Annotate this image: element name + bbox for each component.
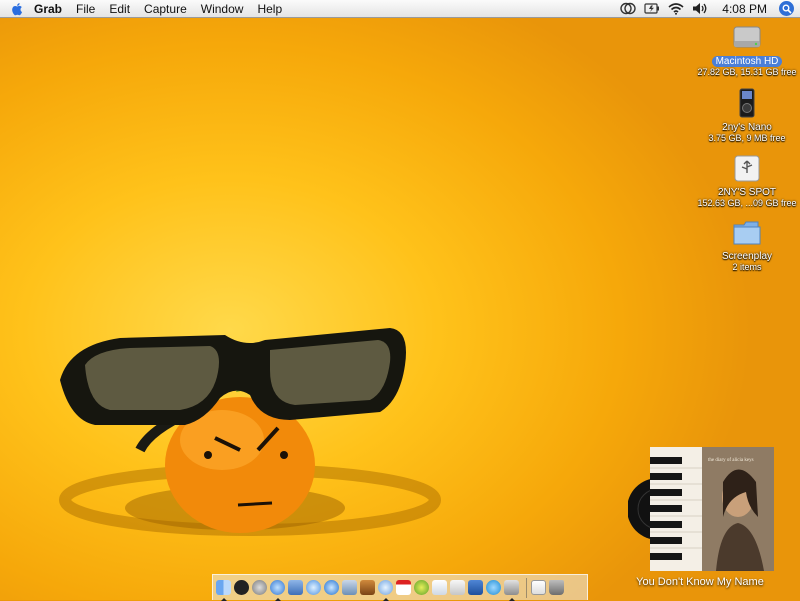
menu-clock[interactable]: 4:08 PM	[722, 2, 767, 16]
dock-separator	[526, 577, 527, 598]
sync-icon[interactable]	[620, 2, 636, 15]
dock-dashboard-icon[interactable]	[234, 580, 249, 595]
dock-trash-icon[interactable]	[549, 580, 564, 595]
menu-help[interactable]: Help	[257, 2, 282, 16]
menu-window[interactable]: Window	[201, 2, 244, 16]
usb-drive-icon	[734, 155, 760, 182]
dock-adium-icon[interactable]	[414, 580, 429, 595]
dock-garageband-icon[interactable]	[360, 580, 375, 595]
dock-itunes-icon[interactable]	[378, 580, 393, 601]
desktop-icon-info: 3.75 GB, 9 MB free	[708, 133, 786, 143]
apple-menu-icon[interactable]	[10, 2, 24, 16]
desktop-icon-name: 2NY'S SPOT	[717, 187, 777, 198]
dock-skype-icon[interactable]	[486, 580, 501, 595]
dock-finder-icon[interactable]	[216, 580, 231, 601]
now-playing-track: You Don't Know My Name	[636, 576, 764, 588]
desktop-icon-ipod-nano[interactable]: 2ny's Nano 3.75 GB, 9 MB free	[692, 88, 800, 143]
desktop-icon-name: Screenplay	[721, 251, 773, 262]
spotlight-icon[interactable]	[779, 1, 794, 16]
desktop-icon-macintosh-hd[interactable]: Macintosh HD 27.82 GB, 15.31 GB free	[692, 22, 800, 77]
wifi-icon[interactable]	[668, 2, 684, 15]
dock-preview-icon[interactable]	[432, 580, 447, 595]
menu-extras: 4:08 PM	[612, 0, 794, 17]
menu-edit[interactable]: Edit	[109, 2, 130, 16]
dock-grab-icon[interactable]	[504, 580, 519, 601]
now-playing-album-art[interactable]: the diary of alicia keys	[628, 447, 774, 571]
desktop-icon-screenplay[interactable]: Screenplay 2 items	[692, 219, 800, 272]
dock-safari-icon[interactable]	[270, 580, 285, 601]
dock-quicktime-icon[interactable]	[324, 580, 339, 595]
desktop-icon-name: Macintosh HD	[711, 56, 783, 67]
dock-textedit-icon[interactable]	[450, 580, 465, 595]
desktop-icon-info: 152.63 GB, ...09 GB free	[697, 198, 797, 208]
album-title-text: the diary of alicia keys	[708, 458, 754, 463]
folder-icon	[733, 221, 761, 245]
desktop-icon-2nys-spot[interactable]: 2NY'S SPOT 152.63 GB, ...09 GB free	[692, 153, 800, 208]
dock-system-preferences-icon[interactable]	[252, 580, 267, 595]
menu-app-name[interactable]: Grab	[34, 2, 62, 16]
ipod-nano-icon	[739, 88, 755, 118]
dock-document-icon[interactable]	[531, 580, 546, 595]
menu-capture[interactable]: Capture	[144, 2, 187, 16]
dock-ical-icon[interactable]	[396, 580, 411, 595]
dock-word-icon[interactable]	[468, 580, 483, 595]
battery-icon[interactable]	[644, 2, 660, 15]
desktop-icon-info: 27.82 GB, 15.31 GB free	[697, 67, 797, 77]
dock-iphoto-icon[interactable]	[288, 580, 303, 595]
dock-audio-icon[interactable]	[342, 580, 357, 595]
dock-ichat-icon[interactable]	[306, 580, 321, 595]
volume-icon[interactable]	[692, 2, 708, 15]
hard-drive-icon	[733, 26, 761, 48]
menu-bar: Grab File Edit Capture Window Help 4:08 …	[0, 0, 800, 18]
menu-file[interactable]: File	[76, 2, 95, 16]
desktop-icon-info: 2 items	[732, 262, 762, 272]
dock	[212, 574, 588, 601]
desktop-icon-name: 2ny's Nano	[722, 122, 772, 133]
